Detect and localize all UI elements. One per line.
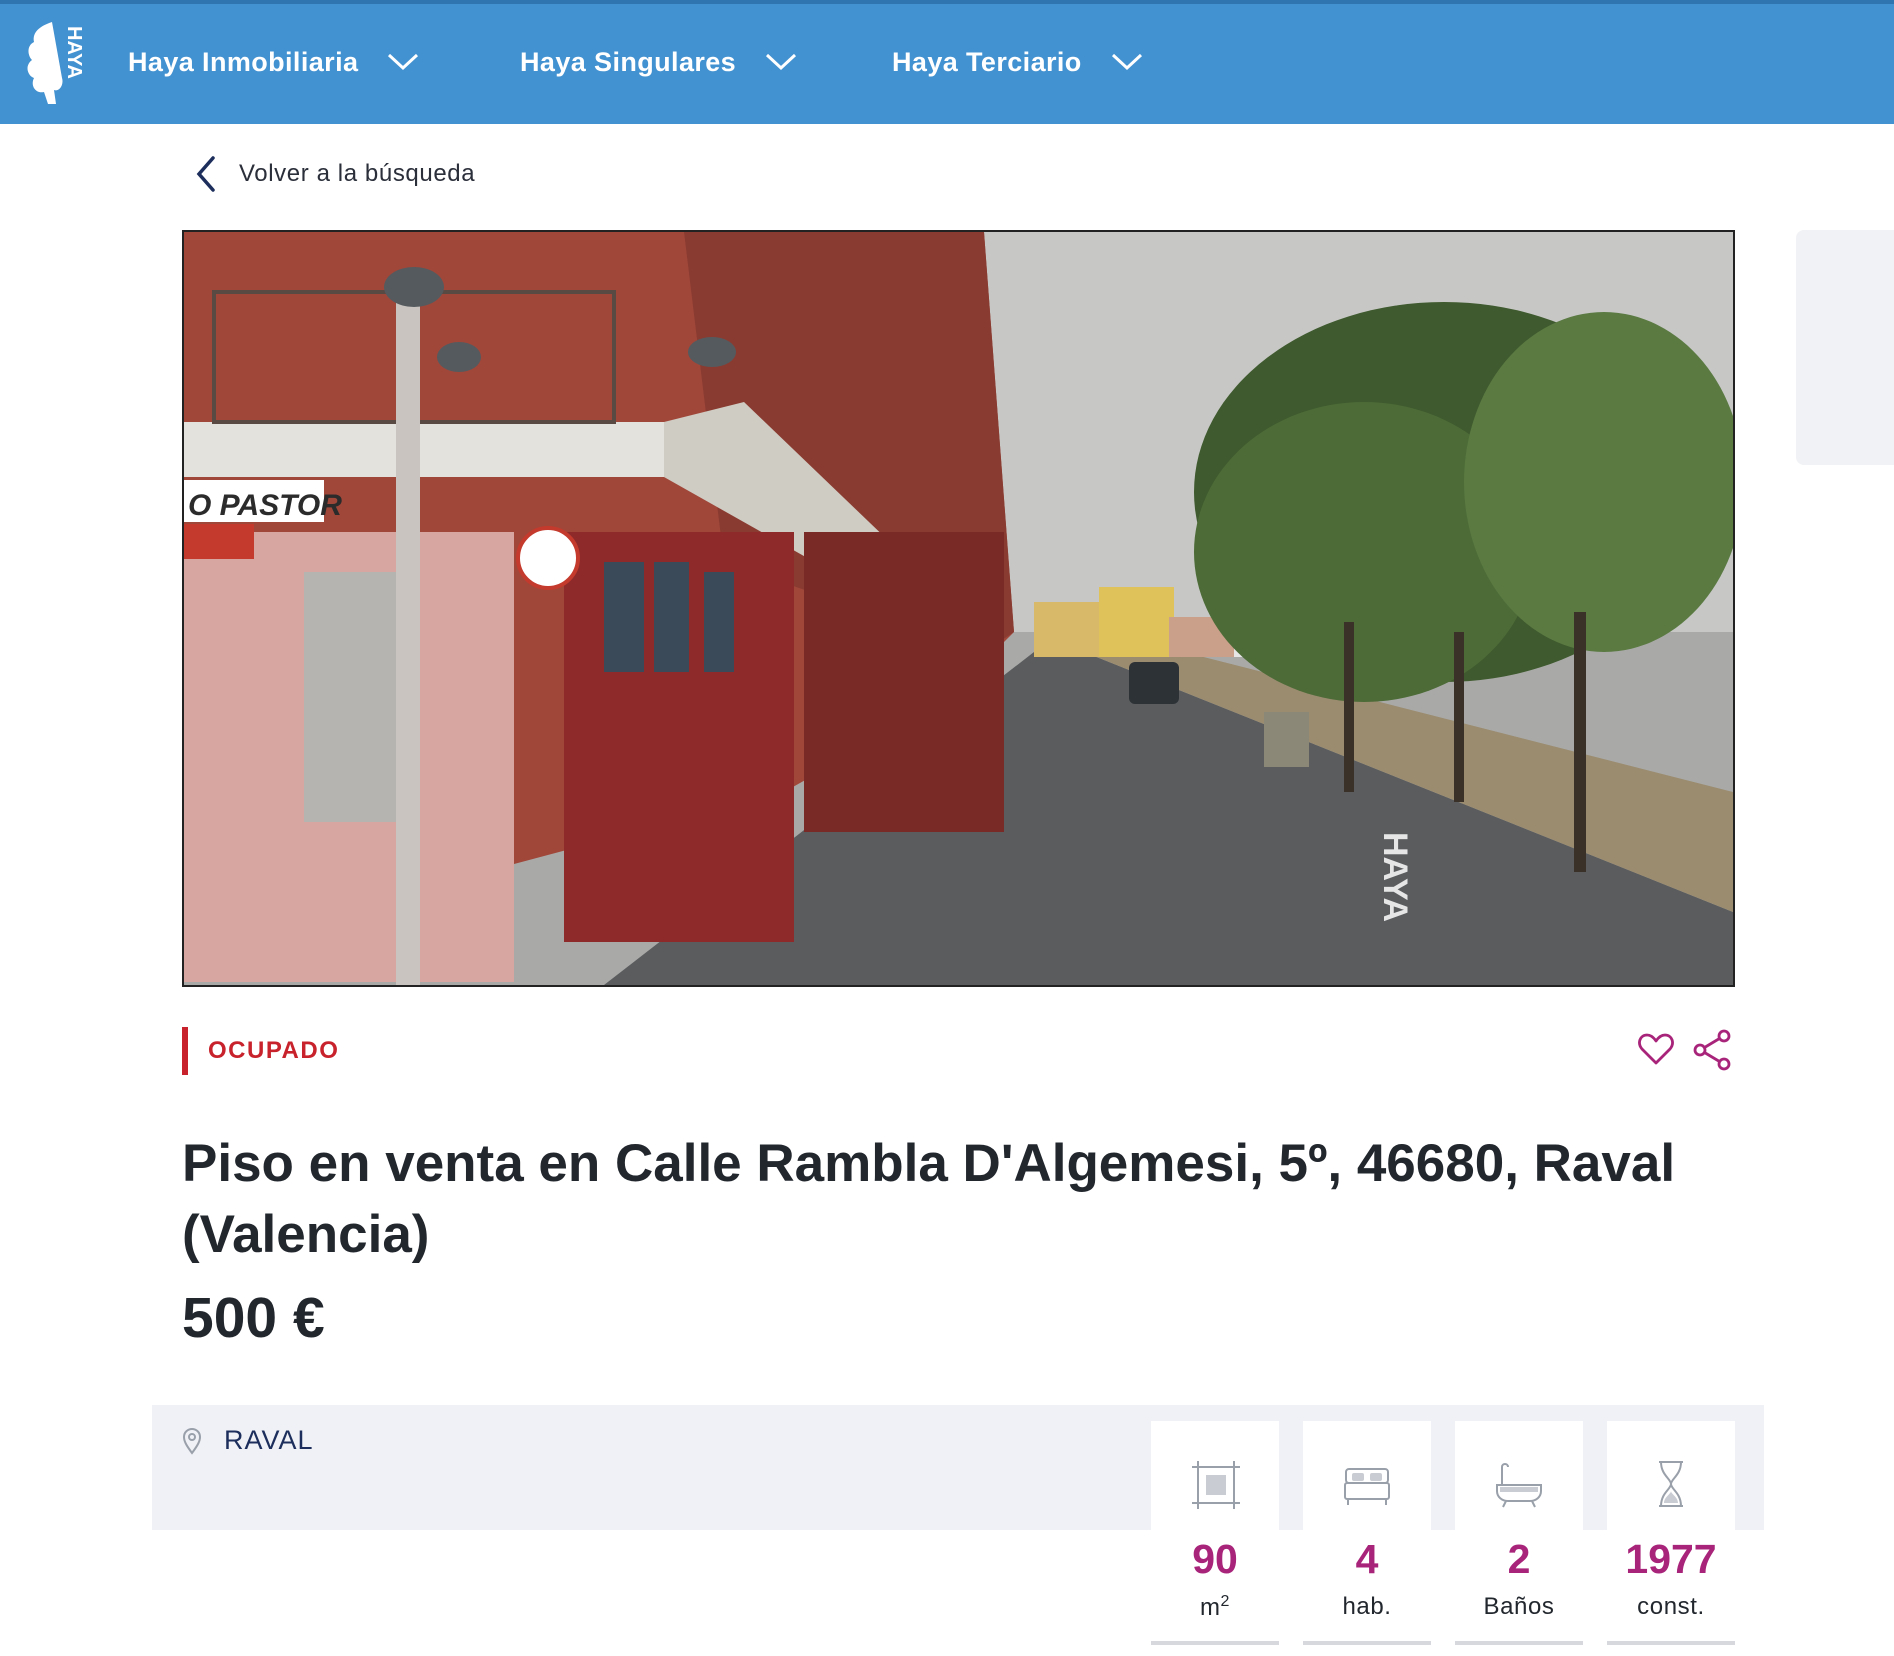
status-badge: OCUPADO [182, 1027, 339, 1075]
feature-value: 4 [1355, 1536, 1379, 1582]
back-to-search-link[interactable]: Volver a la búsqueda [193, 154, 475, 194]
street-photo-image: O PASTOR HAYA [184, 232, 1733, 985]
haya-logo[interactable]: HAYA [22, 18, 85, 114]
feature-unit: const. [1637, 1593, 1705, 1620]
feature-card-bathrooms: 2 Baños [1455, 1421, 1583, 1645]
top-nav: HAYA Haya Inmobiliaria Haya Singulares H… [0, 0, 1894, 124]
feature-value: 90 [1192, 1536, 1238, 1582]
feature-unit: Baños [1483, 1593, 1555, 1620]
nav-haya-terciario[interactable]: Haya Terciario [892, 42, 1144, 82]
feature-card-rooms: 4 hab. [1303, 1421, 1431, 1645]
feature-card-area: 90 m2 [1151, 1421, 1279, 1645]
nav-haya-inmobiliaria[interactable]: Haya Inmobiliaria [128, 42, 420, 82]
share-icon[interactable] [1692, 1028, 1732, 1072]
bed-icon [1344, 1468, 1390, 1505]
chevron-down-icon [1111, 53, 1142, 71]
back-link-label: Volver a la búsqueda [239, 160, 476, 187]
feature-unit: m2 [1199, 1593, 1231, 1621]
nav-haya-singulares[interactable]: Haya Singulares [520, 42, 798, 82]
location-row: RAVAL [182, 1425, 314, 1456]
side-panel [1796, 230, 1894, 465]
nav-label: Haya Inmobiliaria [128, 46, 359, 77]
listing-price: 500 € [182, 1286, 325, 1350]
svg-text:HAYA: HAYA [63, 26, 84, 79]
chevron-down-icon [388, 53, 419, 71]
chevron-left-icon [196, 156, 215, 192]
svg-text:HAYA: HAYA [1376, 832, 1414, 922]
feature-value: 2 [1507, 1536, 1531, 1582]
bathtub-icon [1496, 1463, 1542, 1508]
area-icon [1192, 1461, 1240, 1509]
nav-label: Haya Singulares [520, 46, 737, 77]
hourglass-icon [1659, 1461, 1683, 1507]
location-pin-icon [182, 1427, 202, 1455]
feature-unit: hab. [1342, 1593, 1392, 1620]
status-label: OCUPADO [208, 1037, 340, 1064]
location-label: RAVAL [224, 1425, 314, 1455]
heart-icon[interactable] [1637, 1030, 1675, 1068]
feature-value: 1977 [1625, 1536, 1717, 1582]
nav-label: Haya Terciario [892, 46, 1082, 77]
property-photo[interactable]: O PASTOR HAYA [182, 230, 1735, 987]
listing-title: Piso en venta en Calle Rambla D'Algemesi… [182, 1134, 1676, 1264]
feature-card-construction-year: 1977 const. [1607, 1421, 1735, 1645]
svg-text:O PASTOR: O PASTOR [188, 489, 342, 522]
chevron-down-icon [766, 53, 797, 71]
haya-logo-icon: HAYA [27, 22, 85, 104]
